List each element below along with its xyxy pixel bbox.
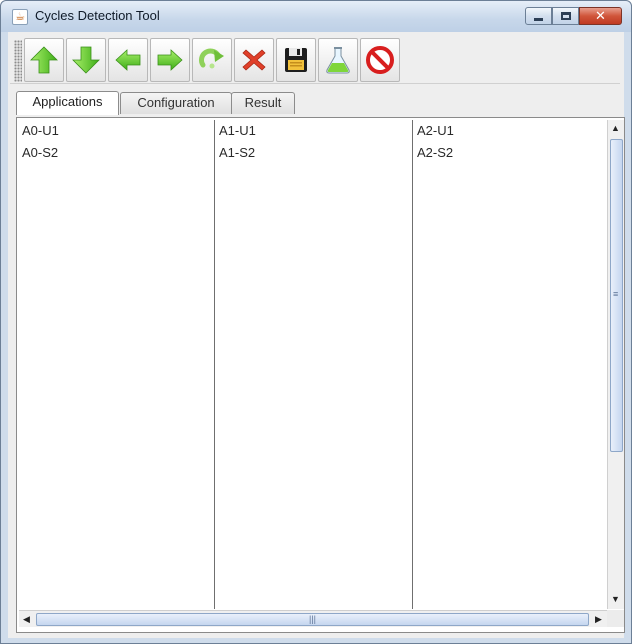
- save-button[interactable]: [276, 38, 316, 82]
- list-item[interactable]: A2-S2: [414, 142, 607, 164]
- thumb-grip-icon: ≡: [613, 289, 619, 299]
- arrow-up-icon: [30, 46, 58, 74]
- list-item[interactable]: A0-U1: [19, 120, 214, 142]
- stop-button[interactable]: [360, 38, 400, 82]
- toolbar: [10, 34, 620, 84]
- arrow-left-icon: [115, 49, 141, 71]
- list-item[interactable]: A0-S2: [19, 142, 214, 164]
- toolbar-grip[interactable]: [14, 40, 22, 82]
- maximize-icon: [560, 12, 571, 20]
- move-up-button[interactable]: [24, 38, 64, 82]
- scroll-right-icon[interactable]: ▶: [591, 611, 606, 628]
- vertical-scroll-thumb[interactable]: ≡: [610, 139, 623, 452]
- test-button[interactable]: [318, 38, 358, 82]
- tab-applications[interactable]: Applications: [16, 91, 119, 115]
- arrow-down-icon: [72, 46, 100, 74]
- client-area: Applications Configuration Result A0-U1 …: [8, 32, 625, 638]
- move-down-button[interactable]: [66, 38, 106, 82]
- application-list-2[interactable]: A2-U1 A2-S2: [414, 120, 607, 609]
- tab-result[interactable]: Result: [231, 92, 295, 114]
- window-controls: ✕: [525, 7, 622, 26]
- red-x-icon: [242, 49, 266, 71]
- move-left-button[interactable]: [108, 38, 148, 82]
- application-list-1[interactable]: A1-U1 A1-S2: [216, 120, 413, 609]
- floppy-disk-icon: [285, 48, 307, 72]
- redo-icon: [199, 48, 224, 69]
- redo-button[interactable]: [192, 38, 232, 82]
- list-item[interactable]: A2-U1: [414, 120, 607, 142]
- minimize-icon: [534, 17, 543, 21]
- tab-configuration[interactable]: Configuration: [120, 92, 232, 114]
- vertical-scrollbar[interactable]: ▲ ≡ ▼: [607, 120, 624, 609]
- scroll-down-icon[interactable]: ▼: [608, 591, 623, 608]
- title-bar[interactable]: ☕ Cycles Detection Tool ✕: [1, 1, 631, 32]
- application-list-0[interactable]: A0-U1 A0-S2: [19, 120, 215, 609]
- maximize-button[interactable]: [552, 7, 579, 25]
- no-entry-icon: [366, 46, 394, 74]
- flask-icon: [326, 47, 350, 74]
- list-item[interactable]: A1-S2: [216, 142, 412, 164]
- close-button[interactable]: ✕: [579, 7, 622, 25]
- scroll-corner: [607, 610, 624, 627]
- horizontal-scrollbar[interactable]: ◀ ||| ▶: [19, 610, 607, 627]
- arrow-right-icon: [157, 49, 183, 71]
- app-window: ☕ Cycles Detection Tool ✕ Applications C…: [0, 0, 632, 644]
- close-icon: ✕: [595, 8, 606, 23]
- window-title: Cycles Detection Tool: [35, 8, 160, 23]
- applications-pane: A0-U1 A0-S2 A1-U1 A1-S2 A2-U1 A2-S2 ▲ ≡ …: [16, 117, 625, 633]
- java-cup-icon: ☕: [12, 9, 28, 25]
- move-right-button[interactable]: [150, 38, 190, 82]
- delete-button[interactable]: [234, 38, 274, 82]
- horizontal-scroll-thumb[interactable]: |||: [36, 613, 589, 626]
- minimize-button[interactable]: [525, 7, 552, 25]
- thumb-grip-icon: |||: [309, 614, 317, 624]
- scroll-left-icon[interactable]: ◀: [19, 611, 34, 628]
- list-item[interactable]: A1-U1: [216, 120, 412, 142]
- scroll-up-icon[interactable]: ▲: [608, 120, 623, 137]
